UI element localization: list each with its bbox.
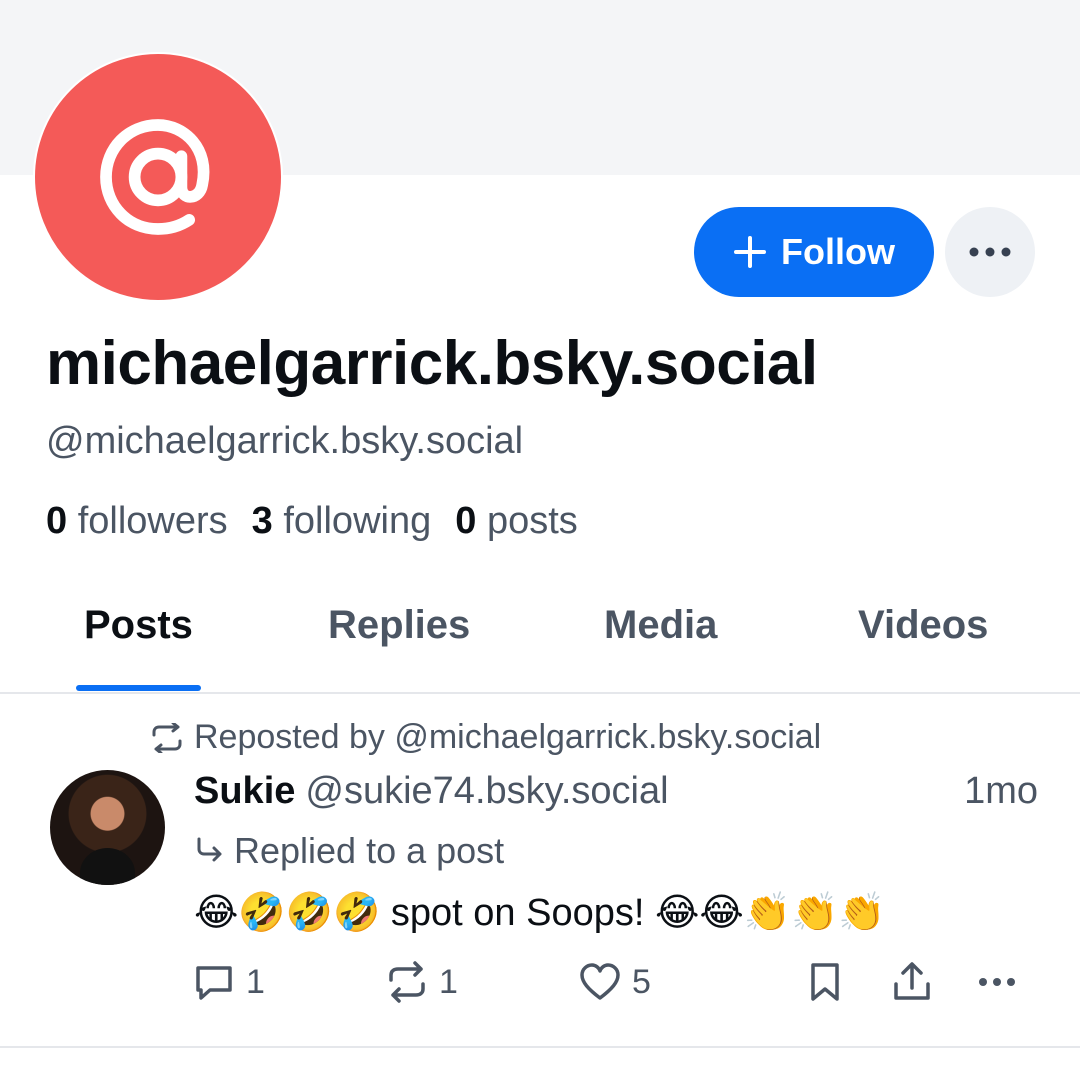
reply-arrow-icon bbox=[197, 837, 222, 862]
post-author-name[interactable]: Sukie bbox=[194, 770, 295, 812]
repost-text: Reposted by @michaelgarrick.bsky.social bbox=[194, 718, 822, 756]
post-header: Sukie @sukie74.bsky.social bbox=[194, 770, 669, 813]
following-count: 3 bbox=[251, 500, 273, 542]
follow-button[interactable]: Follow bbox=[694, 207, 934, 297]
followers-count: 0 bbox=[46, 500, 68, 542]
repost-icon bbox=[152, 722, 182, 753]
repost-indicator[interactable]: Reposted by @michaelgarrick.bsky.social bbox=[150, 718, 821, 757]
post-body: 😂🤣🤣🤣 spot on Soops! 😂😂👏👏👏 bbox=[194, 892, 886, 934]
profile-avatar[interactable] bbox=[33, 52, 283, 302]
feed-divider bbox=[0, 1046, 1080, 1048]
reply-count: 1 bbox=[246, 962, 265, 1001]
share-icon bbox=[894, 962, 930, 1000]
post-timestamp[interactable]: 1mo bbox=[964, 770, 1038, 813]
repost-action-icon bbox=[389, 961, 425, 1003]
profile-more-button[interactable] bbox=[945, 207, 1035, 297]
posts-stat: 0 posts bbox=[455, 500, 578, 543]
post-author-handle[interactable]: @sukie74.bsky.social bbox=[305, 770, 668, 812]
repost-button[interactable]: 1 bbox=[385, 960, 458, 1004]
followers-label: followers bbox=[77, 500, 228, 542]
heart-icon bbox=[580, 963, 620, 1000]
plus-icon bbox=[734, 236, 766, 268]
profile-stats: 0 followers 3 following 0 posts bbox=[46, 500, 578, 543]
bookmark-button[interactable] bbox=[803, 960, 847, 1004]
post-author-avatar[interactable] bbox=[50, 770, 165, 885]
reply-indicator[interactable]: Replied to a post bbox=[194, 830, 504, 872]
profile-display-name: michaelgarrick.bsky.social bbox=[46, 329, 818, 398]
post-more-button[interactable] bbox=[975, 960, 1019, 1004]
tab-replies[interactable]: Replies bbox=[328, 603, 470, 648]
reply-bubble-icon bbox=[196, 966, 232, 1000]
following-label: following bbox=[283, 500, 432, 542]
like-button[interactable]: 5 bbox=[578, 960, 651, 1004]
bookmark-icon bbox=[811, 963, 839, 1001]
repost-count: 1 bbox=[439, 962, 458, 1001]
active-tab-indicator bbox=[76, 685, 201, 691]
reply-text: Replied to a post bbox=[234, 830, 505, 871]
profile-tabs: Posts Replies Media Videos bbox=[0, 575, 1080, 694]
followers-stat[interactable]: 0 followers bbox=[46, 500, 228, 543]
more-dots-icon bbox=[969, 247, 1011, 257]
tab-videos[interactable]: Videos bbox=[858, 603, 988, 648]
follow-button-label: Follow bbox=[781, 231, 895, 272]
post-actions: 1 1 5 bbox=[0, 960, 1080, 1020]
posts-count: 0 bbox=[455, 500, 477, 542]
like-count: 5 bbox=[632, 962, 651, 1001]
tab-media[interactable]: Media bbox=[604, 603, 717, 648]
tab-posts[interactable]: Posts bbox=[84, 603, 193, 648]
posts-label: posts bbox=[486, 500, 578, 542]
share-button[interactable] bbox=[890, 960, 934, 1004]
at-sign-icon bbox=[100, 119, 210, 235]
following-stat[interactable]: 3 following bbox=[252, 500, 432, 543]
reply-button[interactable]: 1 bbox=[192, 960, 265, 1004]
profile-handle: @michaelgarrick.bsky.social bbox=[46, 420, 524, 462]
more-dots-icon bbox=[979, 978, 1015, 986]
